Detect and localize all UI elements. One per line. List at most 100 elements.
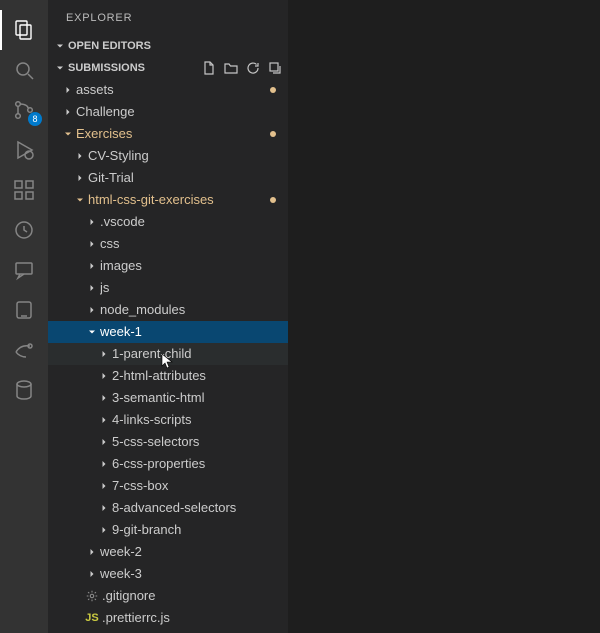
tree-row-label: Exercises	[76, 126, 288, 142]
tree-row[interactable]: Exercises	[48, 123, 288, 145]
activity-chat[interactable]	[0, 250, 48, 290]
section-open-editors[interactable]: OPEN EDITORS	[48, 35, 288, 57]
tree-row[interactable]: week-2	[48, 541, 288, 563]
tree-row-label: .prettierrc.js	[102, 610, 288, 626]
editor-area	[288, 0, 600, 633]
file-tree: assets Challenge Exercises CV-Styling Git-Tr…	[48, 79, 288, 633]
modified-dot-icon	[270, 197, 276, 203]
panel-title: EXPLORER	[48, 0, 288, 35]
chevron-right-icon	[72, 172, 88, 184]
chevron-right-icon	[96, 458, 112, 470]
chevron-right-icon	[84, 546, 100, 558]
gear-icon	[84, 589, 100, 603]
chevron-right-icon	[84, 238, 100, 250]
new-folder-button[interactable]	[222, 59, 240, 77]
tree-row[interactable]: 7-css-box	[48, 475, 288, 497]
chevron-down-icon	[84, 326, 100, 338]
tree-row-label: 3-semantic-html	[112, 390, 288, 406]
tree-row-label: week-3	[100, 566, 288, 582]
chevron-right-icon	[84, 260, 100, 272]
activity-bar: 8	[0, 0, 48, 633]
chevron-down-icon	[52, 62, 68, 74]
tree-row[interactable]: JS.prettierrc.js	[48, 607, 288, 629]
tree-row-label: .vscode	[100, 214, 288, 230]
tree-row[interactable]: 2-html-attributes	[48, 365, 288, 387]
activity-remote[interactable]	[0, 290, 48, 330]
section-label: SUBMISSIONS	[68, 62, 145, 74]
new-file-button[interactable]	[200, 59, 218, 77]
tree-row[interactable]: 9-git-branch	[48, 519, 288, 541]
activity-explorer[interactable]	[0, 10, 48, 50]
section-root[interactable]: SUBMISSIONS	[48, 57, 288, 79]
tree-row[interactable]: 4-links-scripts	[48, 409, 288, 431]
tree-row-label: CV-Styling	[88, 148, 288, 164]
collapse-all-button[interactable]	[266, 59, 284, 77]
chevron-right-icon	[84, 282, 100, 294]
activity-database[interactable]	[0, 370, 48, 410]
tree-row[interactable]: week-1	[48, 321, 288, 343]
tree-row[interactable]: html-css-git-exercises	[48, 189, 288, 211]
tree-row[interactable]: 5-css-selectors	[48, 431, 288, 453]
tree-row-label: node_modules	[100, 302, 288, 318]
modified-dot-icon	[270, 131, 276, 137]
tree-row-label: 6-css-properties	[112, 456, 288, 472]
chevron-down-icon	[72, 194, 88, 206]
tree-row-label: Git-Trial	[88, 170, 288, 186]
chevron-right-icon	[84, 216, 100, 228]
chevron-right-icon	[96, 502, 112, 514]
tree-row[interactable]: Git-Trial	[48, 167, 288, 189]
chevron-right-icon	[96, 370, 112, 382]
activity-source-control[interactable]: 8	[0, 90, 48, 130]
tree-row-label: html-css-git-exercises	[88, 192, 288, 208]
section-label: OPEN EDITORS	[68, 40, 151, 52]
tree-row-label: assets	[76, 82, 288, 98]
tree-row[interactable]: week-3	[48, 563, 288, 585]
chevron-right-icon	[96, 348, 112, 360]
activity-live-share[interactable]	[0, 330, 48, 370]
activity-search[interactable]	[0, 50, 48, 90]
tree-row[interactable]: .vscode	[48, 211, 288, 233]
tree-row[interactable]: .gitignore	[48, 585, 288, 607]
chevron-right-icon	[96, 436, 112, 448]
chevron-right-icon	[72, 150, 88, 162]
js-icon: JS	[84, 610, 100, 626]
tree-row[interactable]: css	[48, 233, 288, 255]
chevron-right-icon	[60, 84, 76, 96]
tree-row[interactable]: {}package-lock.json	[48, 629, 288, 633]
tree-row-label: 5-css-selectors	[112, 434, 288, 450]
tree-row[interactable]: node_modules	[48, 299, 288, 321]
tree-row-label: week-2	[100, 544, 288, 560]
activity-extensions[interactable]	[0, 170, 48, 210]
tree-row[interactable]: assets	[48, 79, 288, 101]
tree-row-label: 1-parent-child	[112, 346, 288, 362]
tree-row[interactable]: js	[48, 277, 288, 299]
chevron-down-icon	[52, 40, 68, 52]
chevron-right-icon	[60, 106, 76, 118]
refresh-button[interactable]	[244, 59, 262, 77]
tree-row-label: images	[100, 258, 288, 274]
tree-row[interactable]: CV-Styling	[48, 145, 288, 167]
chevron-right-icon	[84, 304, 100, 316]
tree-row-label: 7-css-box	[112, 478, 288, 494]
activity-timeline[interactable]	[0, 210, 48, 250]
tree-row[interactable]: images	[48, 255, 288, 277]
chevron-down-icon	[60, 128, 76, 140]
scm-badge: 8	[28, 112, 42, 126]
tree-row-label: 2-html-attributes	[112, 368, 288, 384]
chevron-right-icon	[96, 480, 112, 492]
tree-row[interactable]: Challenge	[48, 101, 288, 123]
chevron-right-icon	[96, 414, 112, 426]
tree-row[interactable]: 3-semantic-html	[48, 387, 288, 409]
tree-row-label: 9-git-branch	[112, 522, 288, 538]
tree-row[interactable]: 8-advanced-selectors	[48, 497, 288, 519]
modified-dot-icon	[270, 87, 276, 93]
explorer-panel: EXPLORER OPEN EDITORS SUBMISSIONS asset	[48, 0, 288, 633]
chevron-right-icon	[96, 392, 112, 404]
tree-row-label: Challenge	[76, 104, 288, 120]
tree-row[interactable]: 1-parent-child	[48, 343, 288, 365]
tree-row[interactable]: 6-css-properties	[48, 453, 288, 475]
activity-run-debug[interactable]	[0, 130, 48, 170]
tree-row-label: css	[100, 236, 288, 252]
tree-row-label: js	[100, 280, 288, 296]
tree-row-label: 8-advanced-selectors	[112, 500, 288, 516]
